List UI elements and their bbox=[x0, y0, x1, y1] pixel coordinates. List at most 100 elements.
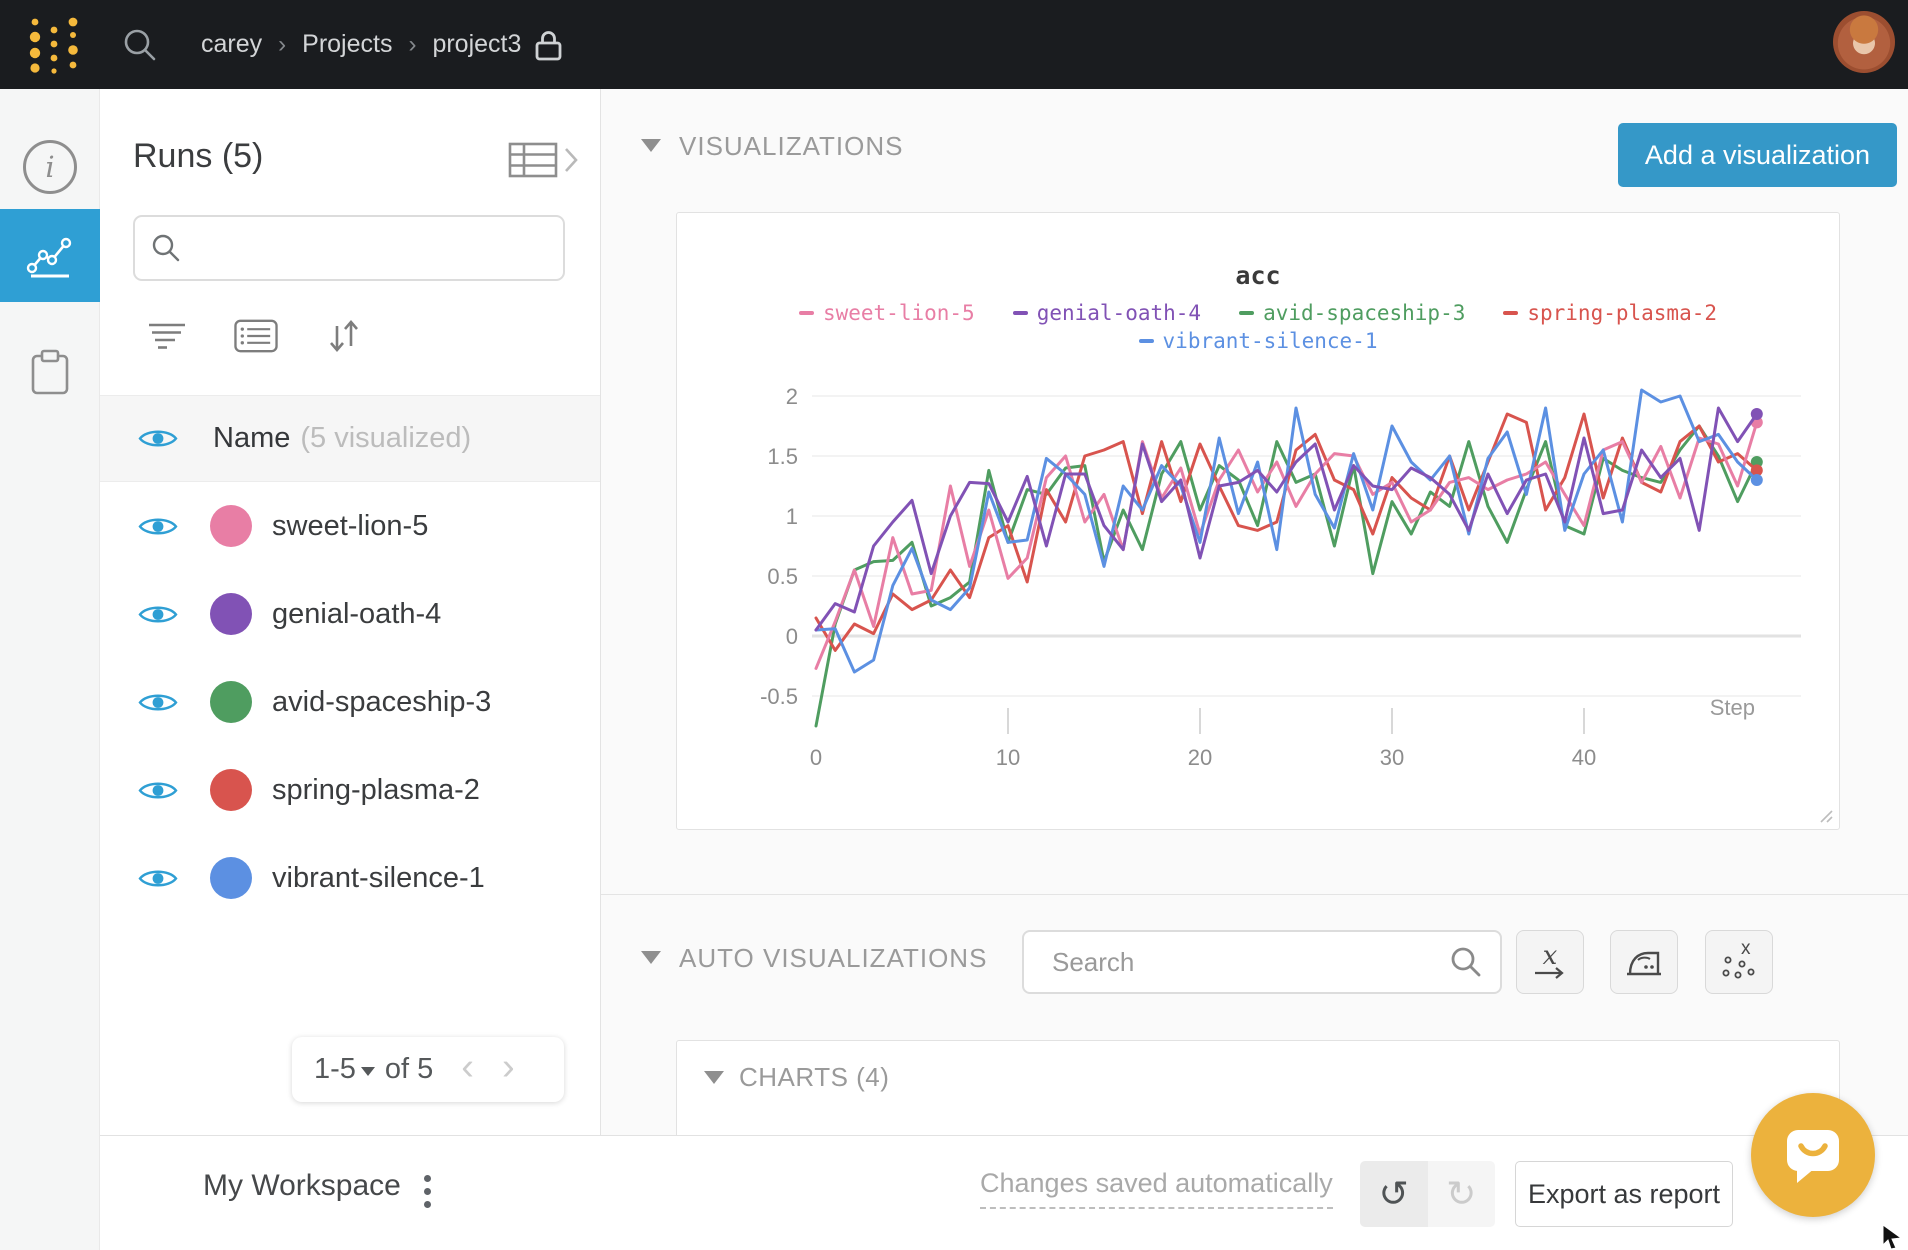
undo-redo-group: ↺ ↻ bbox=[1360, 1161, 1495, 1227]
run-row-genial-oath-4[interactable]: genial-oath-4 bbox=[100, 570, 600, 658]
run-name[interactable]: avid-spaceship-3 bbox=[272, 686, 491, 719]
autosave-status: Changes saved automatically bbox=[980, 1168, 1333, 1209]
support-chat-button[interactable] bbox=[1751, 1093, 1875, 1217]
add-visualization-button[interactable]: Add a visualization bbox=[1618, 123, 1897, 187]
smoothing-settings-button[interactable] bbox=[1610, 930, 1678, 994]
line-chart-icon bbox=[26, 234, 74, 278]
runs-search-box bbox=[133, 215, 565, 281]
runs-toolbar bbox=[146, 315, 466, 357]
run-row-vibrant-silence-1[interactable]: vibrant-silence-1 bbox=[100, 834, 600, 922]
app-root: carey › Projects › project3 i bbox=[0, 0, 1908, 1250]
sidebar-item-notes[interactable] bbox=[0, 327, 100, 417]
undo-button[interactable]: ↺ bbox=[1360, 1161, 1428, 1227]
breadcrumb-crumb-project3[interactable]: project3 bbox=[432, 30, 521, 59]
svg-text:40: 40 bbox=[1572, 745, 1596, 770]
export-as-report-button[interactable]: Export as report bbox=[1515, 1161, 1733, 1227]
runs-search-input[interactable] bbox=[193, 217, 563, 279]
left-icon-rail: i bbox=[0, 89, 100, 1250]
chat-bubble-icon bbox=[1782, 1125, 1844, 1185]
panel-resize-handle[interactable] bbox=[1817, 807, 1833, 823]
run-row-avid-spaceship-3[interactable]: avid-spaceship-3 bbox=[100, 658, 600, 746]
breadcrumb-crumb-carey[interactable]: carey bbox=[201, 30, 262, 59]
run-visibility-eye-icon[interactable] bbox=[138, 514, 178, 539]
top-navigation-bar: carey › Projects › project3 bbox=[0, 0, 1908, 89]
filter-runs-button[interactable] bbox=[146, 315, 190, 357]
svg-text:30: 30 bbox=[1380, 745, 1404, 770]
run-row-sweet-lion-5[interactable]: sweet-lion-5 bbox=[100, 482, 600, 570]
sort-runs-button[interactable] bbox=[322, 315, 366, 357]
acc-line-chart[interactable]: 21.510.50-0.5010203040Step bbox=[677, 213, 1839, 829]
redo-button[interactable]: ↻ bbox=[1428, 1161, 1496, 1227]
search-icon bbox=[1450, 946, 1482, 978]
outliers-settings-button[interactable]: x bbox=[1705, 930, 1773, 994]
lock-icon bbox=[535, 29, 562, 61]
charts-collapse-caret-icon[interactable] bbox=[704, 1071, 724, 1084]
acc-chart-panel[interactable]: acc sweet-lion-5genial-oath-4avid-spaces… bbox=[676, 212, 1840, 830]
breadcrumb-separator: › bbox=[408, 31, 416, 59]
toggle-all-visibility-eye-icon[interactable] bbox=[138, 426, 178, 451]
clipboard-icon bbox=[29, 348, 71, 396]
run-color-dot bbox=[210, 769, 252, 811]
breadcrumb-crumb-Projects[interactable]: Projects bbox=[302, 30, 392, 59]
visualizations-section-label: VISUALIZATIONS bbox=[679, 131, 903, 162]
mouse-cursor bbox=[1882, 1224, 1908, 1250]
run-visibility-eye-icon[interactable] bbox=[138, 690, 178, 715]
run-visibility-eye-icon[interactable] bbox=[138, 602, 178, 627]
run-name[interactable]: vibrant-silence-1 bbox=[272, 862, 485, 895]
run-visibility-eye-icon[interactable] bbox=[138, 866, 178, 891]
run-name[interactable]: genial-oath-4 bbox=[272, 598, 441, 631]
display-options-button[interactable] bbox=[234, 315, 278, 357]
svg-text:2: 2 bbox=[786, 384, 798, 409]
run-name[interactable]: sweet-lion-5 bbox=[272, 510, 428, 543]
auto-viz-search-box bbox=[1022, 930, 1502, 994]
run-color-dot bbox=[210, 681, 252, 723]
runs-panel: Runs (5) bbox=[100, 89, 601, 1135]
runs-list: sweet-lion-5 genial-oath-4 avid-spaceship-… bbox=[100, 482, 600, 922]
chevron-down-icon bbox=[361, 1067, 375, 1076]
workspace-main: VISUALIZATIONS Add a visualization acc s… bbox=[601, 89, 1908, 1135]
svg-text:20: 20 bbox=[1188, 745, 1212, 770]
search-icon bbox=[151, 233, 181, 263]
sidebar-item-workspace-active[interactable] bbox=[0, 209, 100, 302]
workspace-title: My Workspace bbox=[203, 1169, 401, 1203]
runs-pagination: 1-5 of 5 ‹ › bbox=[292, 1037, 564, 1102]
next-page-button[interactable]: › bbox=[502, 1048, 515, 1092]
charts-section-label: CHARTS (4) bbox=[739, 1062, 889, 1093]
runs-header-name: Name bbox=[213, 422, 290, 455]
run-row-spring-plasma-2[interactable]: spring-plasma-2 bbox=[100, 746, 600, 834]
right-arrow-icon bbox=[1533, 967, 1567, 979]
visualizations-collapse-caret-icon[interactable] bbox=[641, 139, 661, 152]
svg-text:0.5: 0.5 bbox=[767, 564, 798, 589]
scatter-outlier-icon: x bbox=[1721, 942, 1757, 982]
previous-page-button[interactable]: ‹ bbox=[461, 1048, 474, 1092]
global-search-icon[interactable] bbox=[122, 27, 158, 63]
x-axis-icon: x bbox=[1543, 945, 1558, 967]
svg-text:0: 0 bbox=[786, 624, 798, 649]
run-visibility-eye-icon[interactable] bbox=[138, 778, 178, 803]
page-of-label: of 5 bbox=[385, 1053, 433, 1086]
run-name[interactable]: spring-plasma-2 bbox=[272, 774, 480, 807]
sidebar-item-overview[interactable]: i bbox=[0, 119, 100, 214]
auto-visualizations-collapse-caret-icon[interactable] bbox=[641, 951, 661, 964]
svg-text:1: 1 bbox=[786, 504, 798, 529]
x-axis-settings-button[interactable]: x bbox=[1516, 930, 1584, 994]
runs-header-count: (5 visualized) bbox=[300, 422, 471, 455]
run-color-dot bbox=[210, 857, 252, 899]
svg-text:0: 0 bbox=[810, 745, 822, 770]
breadcrumb-separator: › bbox=[278, 31, 286, 59]
section-divider bbox=[601, 894, 1908, 895]
iron-smoothing-icon bbox=[1623, 944, 1665, 980]
runs-list-header: Name (5 visualized) bbox=[100, 395, 600, 482]
breadcrumb: carey › Projects › project3 bbox=[201, 0, 562, 89]
user-avatar[interactable] bbox=[1833, 11, 1895, 73]
auto-viz-search-input[interactable] bbox=[1052, 947, 1450, 978]
wandb-logo-icon[interactable] bbox=[27, 13, 81, 77]
run-color-dot bbox=[210, 505, 252, 547]
info-icon: i bbox=[23, 140, 77, 194]
runs-panel-title: Runs (5) bbox=[133, 137, 263, 176]
runs-table-expand-icon[interactable] bbox=[508, 141, 580, 179]
workspace-menu-kebab-icon[interactable] bbox=[412, 1166, 442, 1216]
page-range-dropdown[interactable]: 1-5 bbox=[314, 1053, 375, 1086]
svg-text:10: 10 bbox=[996, 745, 1020, 770]
svg-text:Step: Step bbox=[1710, 695, 1755, 720]
